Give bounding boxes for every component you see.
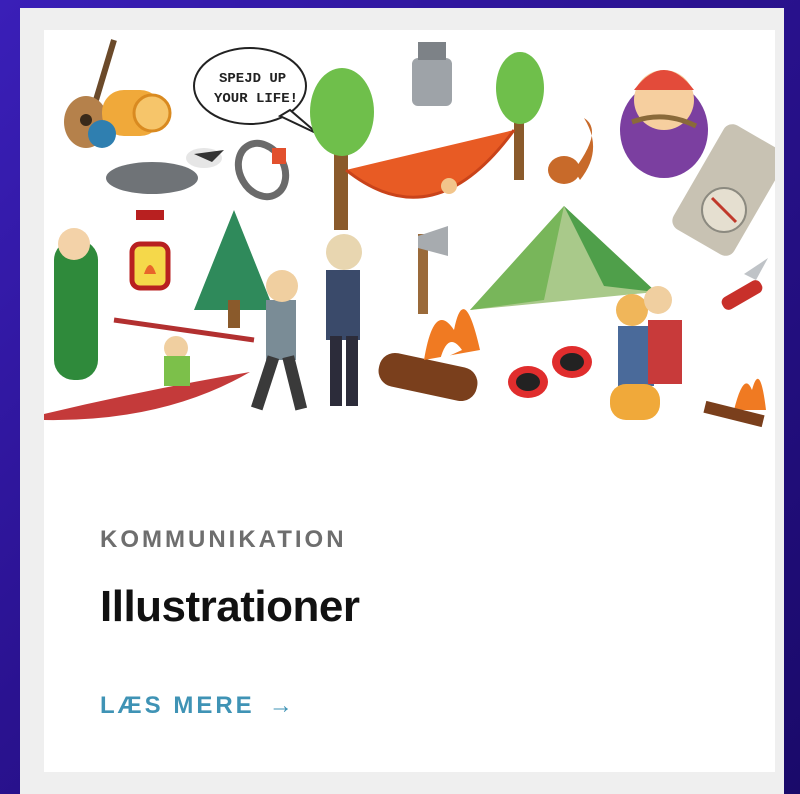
- read-more-label: LÆS MERE: [100, 692, 255, 719]
- badger-icon: [106, 148, 224, 194]
- pocket-knife-icon: [721, 258, 768, 310]
- read-more-link[interactable]: LÆS MERE →: [100, 692, 293, 720]
- card-frame: SPEJD UP YOUR LIFE! KOMMUNIKATION Illust…: [20, 8, 784, 794]
- tent-icon: [470, 206, 656, 310]
- article-card[interactable]: SPEJD UP YOUR LIFE! KOMMUNIKATION Illust…: [44, 30, 775, 772]
- cheering-person-icon: [326, 234, 362, 406]
- sunglasses-icon: [508, 346, 592, 398]
- arrow-right-icon: →: [268, 692, 293, 719]
- axe-icon: [418, 226, 448, 314]
- speech-bubble: SPEJD UP YOUR LIFE!: [193, 47, 319, 135]
- sleeping-bag-person-icon: [54, 228, 98, 380]
- campfire-icon: [378, 309, 480, 402]
- svg-text:YOUR LIFE!: YOUR LIFE!: [214, 91, 298, 107]
- squirrel-icon: [548, 118, 594, 184]
- couple-campfire-icon: [610, 286, 766, 428]
- card-title[interactable]: Illustrationer: [100, 582, 360, 632]
- carabiner-icon: [234, 139, 290, 201]
- svg-text:SPEJD UP: SPEJD UP: [219, 71, 286, 87]
- pine-tree-icon: [194, 210, 274, 328]
- kettle-icon: [412, 42, 452, 106]
- globe-icon: [88, 120, 116, 148]
- category-label: KOMMUNIKATION: [100, 526, 347, 553]
- person-knot-icon: [620, 70, 708, 178]
- lantern-icon: [129, 210, 171, 291]
- scouting-illustration: SPEJD UP YOUR LIFE!: [44, 39, 775, 428]
